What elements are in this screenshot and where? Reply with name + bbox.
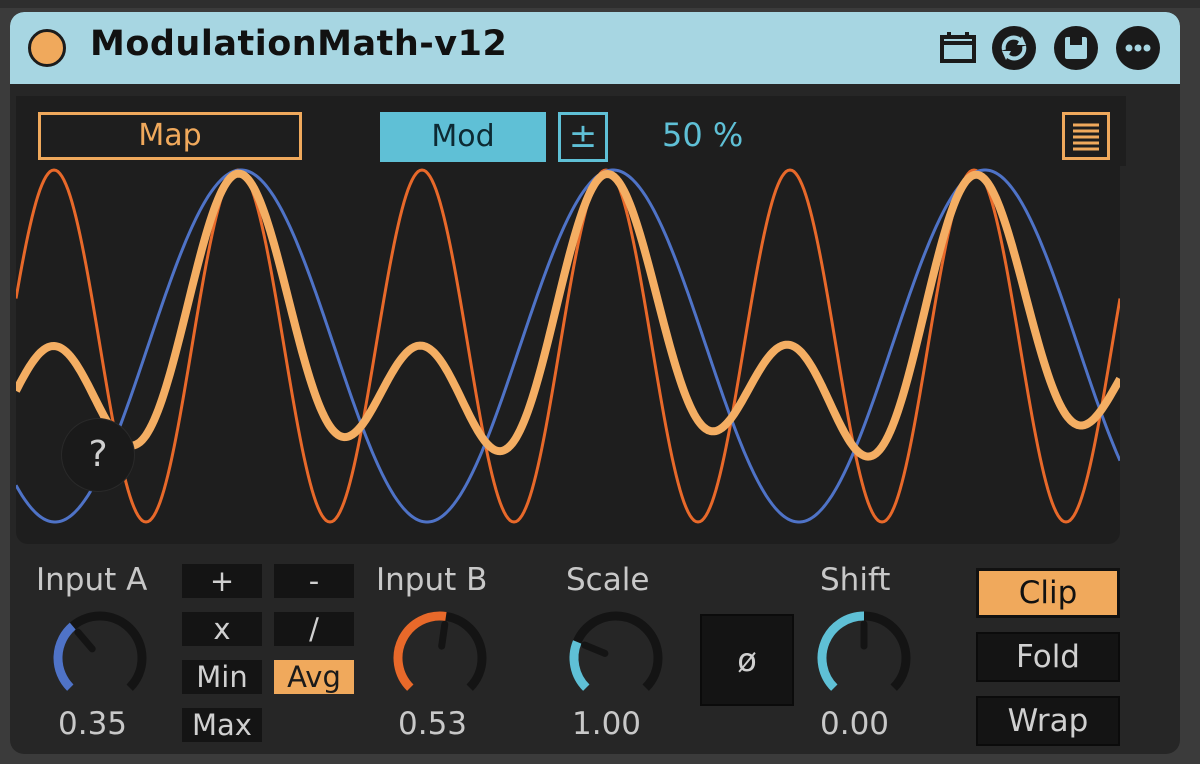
device-titlebar: ModulationMath-v12	[10, 12, 1180, 84]
bipolar-toggle[interactable]: ±	[558, 112, 608, 162]
input-a-label: Input A	[36, 562, 148, 598]
display-toolbar: Map Mod ± 50 %	[16, 96, 1126, 166]
op-add-button[interactable]: +	[182, 564, 262, 598]
input-b-label: Input B	[376, 562, 488, 598]
input-a-wave	[16, 168, 1120, 524]
op-avg-button[interactable]: Avg	[274, 660, 354, 694]
input-b-value: 0.53	[398, 706, 468, 742]
mod-amount-readout[interactable]: 50 %	[662, 116, 743, 154]
mod-button[interactable]: Mod	[380, 112, 546, 162]
scale-label: Scale	[566, 562, 650, 598]
device-panel: ModulationMath-v12 Map Mod ± 50 % ? Inpu…	[10, 12, 1180, 754]
op-multiply-button[interactable]: x	[182, 612, 262, 646]
shift-knob[interactable]	[810, 604, 918, 712]
input-a-knob[interactable]	[46, 604, 154, 712]
shift-value: 0.00	[820, 706, 890, 742]
more-icon[interactable]	[1116, 26, 1160, 70]
op-min-button[interactable]: Min	[182, 660, 262, 694]
device-power-button[interactable]	[28, 29, 66, 67]
scale-value: 1.00	[572, 706, 642, 742]
op-divide-button[interactable]: /	[274, 612, 354, 646]
phase-invert-button[interactable]: ø	[700, 614, 794, 706]
scale-knob[interactable]	[562, 604, 670, 712]
list-menu-icon[interactable]	[1062, 112, 1110, 160]
map-button[interactable]: Map	[38, 112, 302, 160]
input-b-wave	[16, 168, 1120, 524]
mode-fold-button[interactable]: Fold	[976, 632, 1120, 682]
waveform-display: Map Mod ± 50 % ?	[16, 96, 1126, 544]
op-max-button[interactable]: Max	[182, 708, 262, 742]
device-body: Map Mod ± 50 % ? Input A 0.35 + - x / Mi…	[16, 96, 1174, 748]
help-button[interactable]: ?	[62, 419, 134, 491]
mode-wrap-button[interactable]: Wrap	[976, 696, 1120, 746]
save-icon[interactable]	[1054, 26, 1098, 70]
input-b-knob[interactable]	[386, 604, 494, 712]
input-a-value: 0.35	[58, 706, 128, 742]
mode-clip-button[interactable]: Clip	[976, 568, 1120, 618]
waveform-plot	[16, 168, 1120, 524]
refresh-icon[interactable]	[992, 26, 1036, 70]
top-strip	[0, 0, 1200, 8]
device-title: ModulationMath-v12	[90, 24, 508, 64]
window-frame: ModulationMath-v12 Map Mod ± 50 % ? Inpu…	[0, 0, 1200, 764]
shift-label: Shift	[820, 562, 891, 598]
op-subtract-button[interactable]: -	[274, 564, 354, 598]
calendar-icon[interactable]	[936, 26, 980, 70]
